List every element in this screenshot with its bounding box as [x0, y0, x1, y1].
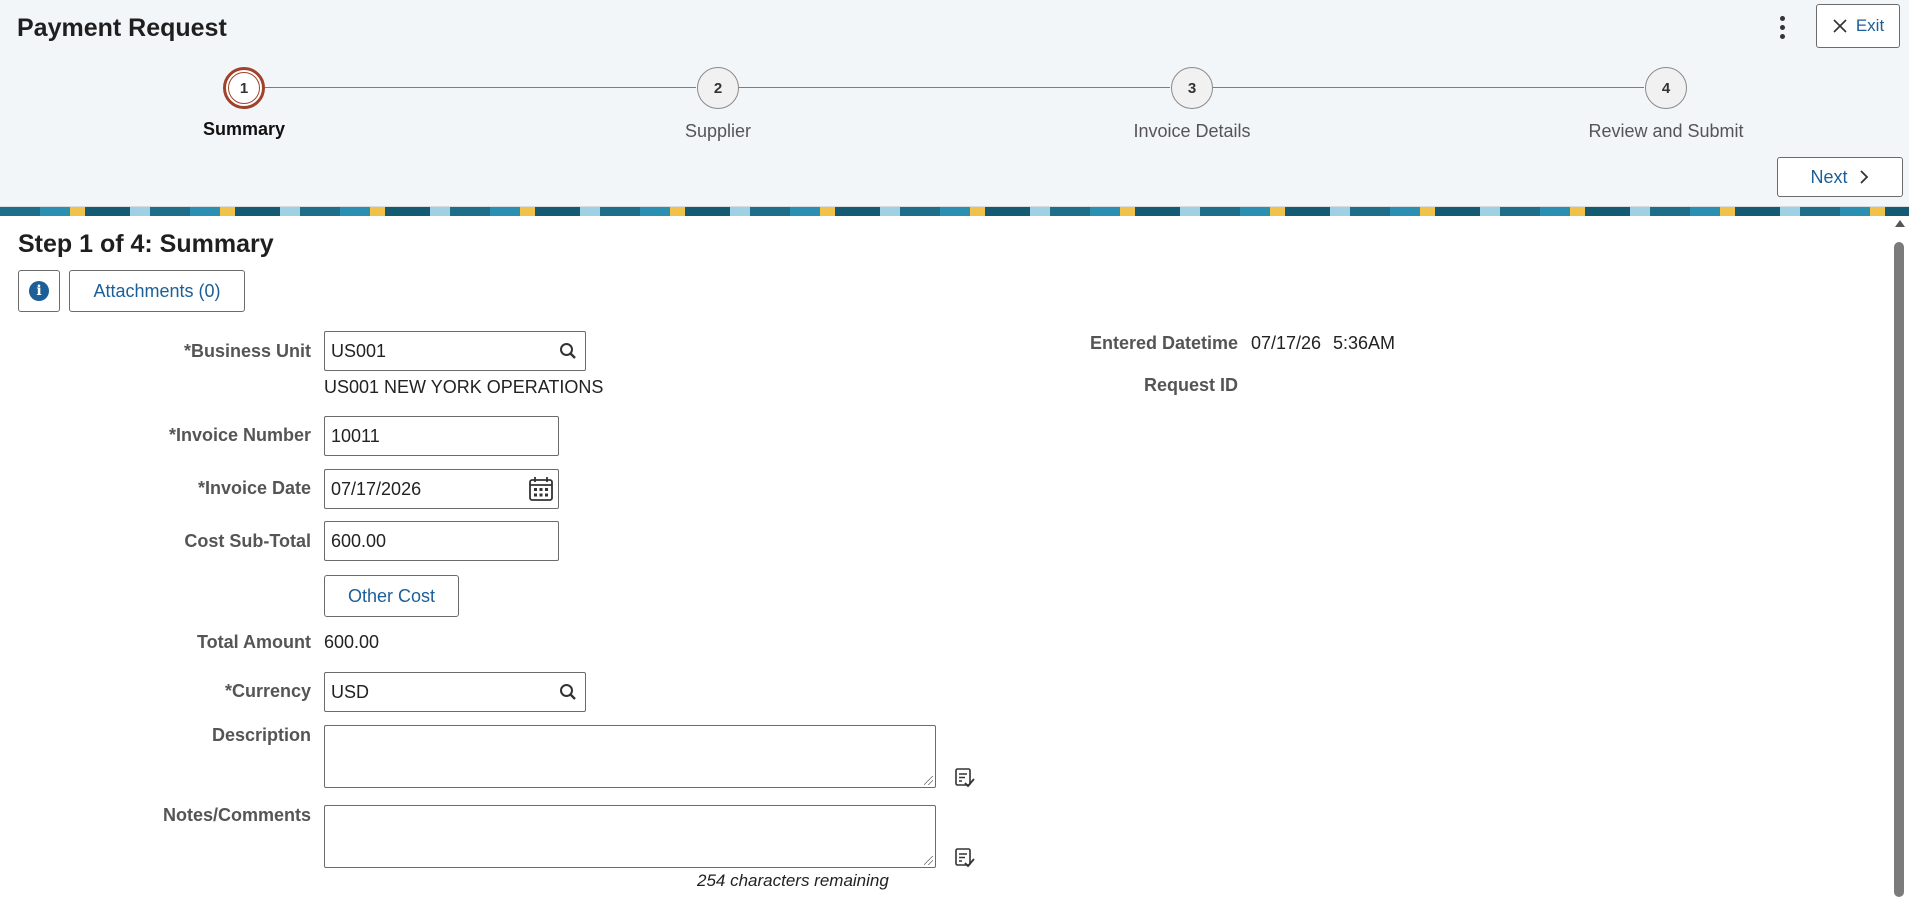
step-number-circle: 4	[1645, 67, 1687, 109]
exit-label: Exit	[1855, 16, 1885, 35]
description-label: Description	[211, 725, 311, 745]
other-cost-button[interactable]: Other Cost	[324, 575, 459, 617]
decorative-banner	[0, 207, 1909, 216]
vertical-scrollbar[interactable]	[1890, 216, 1909, 897]
scroll-thumb[interactable]	[1894, 242, 1904, 897]
attachments-button[interactable]: Attachments (0)	[69, 270, 245, 312]
entered-time-value: 5:36AM	[1333, 333, 1396, 353]
description-textarea[interactable]	[324, 725, 936, 788]
step-label: Review and Submit	[1588, 121, 1744, 141]
invoice-date-label: *Invoice Date	[197, 478, 311, 498]
cost-subtotal-input[interactable]: 600.00	[324, 521, 559, 561]
exit-button[interactable]: Exit	[1816, 4, 1900, 48]
scroll-up-arrow-icon[interactable]	[1895, 220, 1905, 227]
invoice-number-label: *Invoice Number	[168, 425, 311, 445]
resize-handle[interactable]	[924, 856, 933, 865]
invoice-number-input[interactable]: 10011	[324, 416, 559, 456]
chevron-right-icon	[1859, 170, 1868, 184]
close-icon	[1833, 19, 1847, 33]
currency-input[interactable]: USD	[324, 672, 586, 712]
progress-stepper: 1 Summary 2 Supplier 3 Invoice Details 4…	[0, 67, 1909, 147]
currency-label: *Currency	[224, 681, 311, 701]
entered-datetime-label: Entered Datetime	[1089, 333, 1238, 353]
cost-subtotal-value: 600.00	[331, 530, 387, 551]
resize-handle[interactable]	[924, 776, 933, 785]
step-label: Supplier	[684, 121, 752, 141]
request-id-label: Request ID	[1143, 375, 1238, 395]
next-button[interactable]: Next	[1777, 157, 1903, 197]
step-label: Summary	[202, 119, 286, 139]
step-summary[interactable]: 1 Summary	[124, 67, 364, 140]
currency-value: USD	[331, 681, 370, 702]
step-number-circle: 1	[223, 67, 265, 109]
invoice-number-value: 10011	[331, 425, 380, 446]
step-review-and-submit[interactable]: 4 Review and Submit	[1546, 67, 1786, 142]
business-unit-label: *Business Unit	[183, 341, 311, 361]
invoice-date-value: 07/17/2026	[331, 478, 422, 499]
calendar-icon[interactable]	[524, 470, 558, 508]
search-icon[interactable]	[551, 332, 585, 370]
business-unit-description: US001 NEW YORK OPERATIONS	[324, 377, 604, 397]
page-title: Payment Request	[17, 14, 227, 42]
notes-textarea[interactable]	[324, 805, 936, 868]
search-icon[interactable]	[551, 673, 585, 711]
total-amount-label: Total Amount	[197, 632, 311, 652]
page-header: Payment Request Exit 1 Summary 2 Supplie…	[0, 0, 1909, 207]
step-invoice-details[interactable]: 3 Invoice Details	[1072, 67, 1312, 142]
step-number-circle: 2	[697, 67, 739, 109]
spell-check-icon[interactable]	[954, 767, 976, 789]
entered-date-value: 07/17/26	[1251, 333, 1322, 353]
info-button[interactable]: i	[18, 270, 60, 312]
characters-remaining: 254 characters remaining	[697, 871, 889, 890]
invoice-date-input[interactable]: 07/17/2026	[324, 469, 559, 509]
info-icon: i	[29, 281, 49, 301]
step-number-circle: 3	[1171, 67, 1213, 109]
step-label: Invoice Details	[1133, 121, 1251, 141]
next-label: Next	[1810, 166, 1848, 187]
spell-check-icon[interactable]	[954, 847, 976, 869]
business-unit-value: US001	[331, 340, 387, 361]
total-amount-value: 600.00	[324, 632, 380, 652]
cost-subtotal-label: Cost Sub-Total	[184, 531, 311, 551]
business-unit-input[interactable]: US001	[324, 331, 586, 371]
main-content: Step 1 of 4: Summary i Attachments (0) *…	[0, 216, 1890, 897]
notes-label: Notes/Comments	[162, 805, 311, 825]
more-vertical-icon[interactable]	[1772, 10, 1792, 44]
step-supplier[interactable]: 2 Supplier	[598, 67, 838, 142]
step-heading: Step 1 of 4: Summary	[18, 230, 274, 258]
